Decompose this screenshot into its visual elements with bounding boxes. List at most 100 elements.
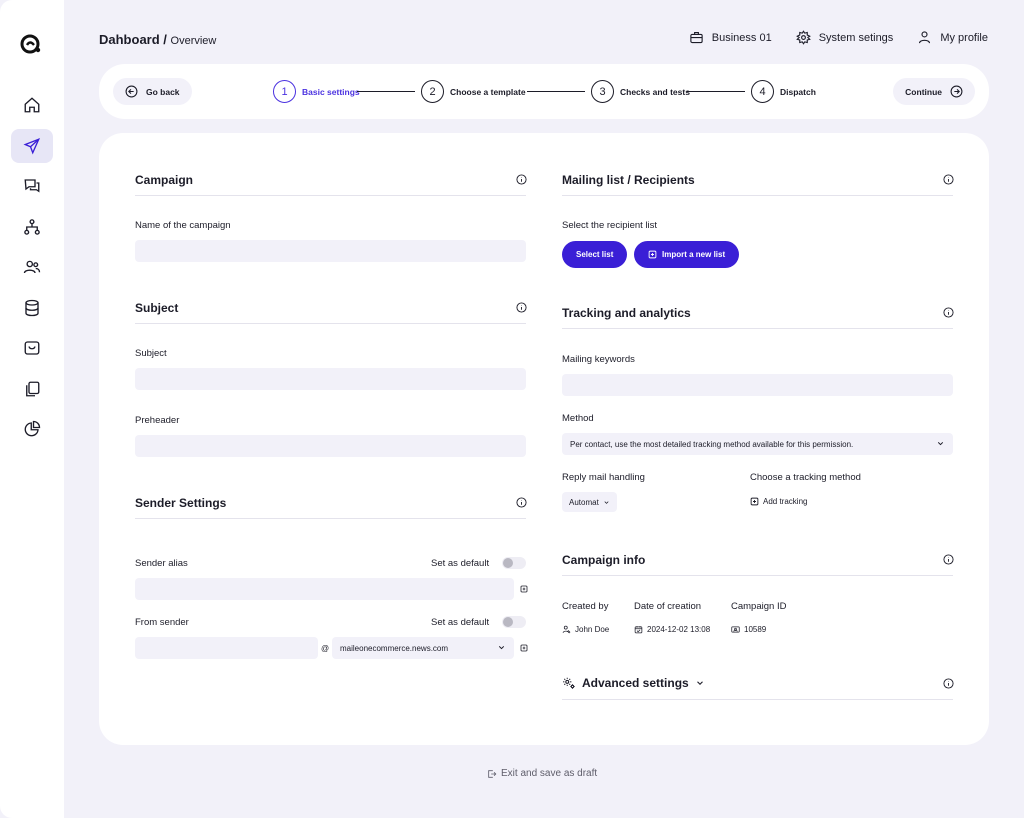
step-checks-tests[interactable]: 3 Checks and tests xyxy=(591,80,690,103)
divider xyxy=(135,195,526,196)
created-by-label: Created by xyxy=(562,601,609,612)
chevron-down-icon xyxy=(604,500,609,504)
date-created-value: 2024-12-02 13:08 xyxy=(634,625,710,634)
my-profile-label: My profile xyxy=(940,31,988,44)
mailing-keywords-label: Mailing keywords xyxy=(562,354,635,365)
continue-button[interactable]: Continue xyxy=(893,78,975,105)
alias-set-default-label: Set as default xyxy=(431,558,490,569)
arrow-right-circle-icon xyxy=(950,85,963,98)
select-recipient-label: Select the recipient list xyxy=(562,220,658,231)
business-switcher[interactable]: Business 01 xyxy=(689,30,772,45)
step-label: Choose a template xyxy=(450,86,526,97)
business-label: Business 01 xyxy=(711,31,772,44)
send-icon xyxy=(23,138,41,155)
date-created-label: Date of creation xyxy=(634,601,702,612)
sidebar-item-reports[interactable] xyxy=(11,412,53,446)
created-by-value: John Doe xyxy=(562,625,609,634)
section-title-campaign: Campaign xyxy=(135,173,194,187)
import-list-button[interactable]: Import a new list xyxy=(634,241,740,268)
plus-square-icon xyxy=(648,250,657,259)
info-icon[interactable] xyxy=(943,678,954,689)
exit-save-draft-link[interactable]: Exit and save as draft xyxy=(487,768,597,779)
section-title-campaign-info: Campaign info xyxy=(562,553,646,567)
add-square-icon[interactable] xyxy=(520,585,528,593)
select-list-button[interactable]: Select list xyxy=(562,241,628,268)
go-back-button[interactable]: Go back xyxy=(113,78,192,105)
sender-alias-input[interactable] xyxy=(135,578,514,600)
subject-input[interactable] xyxy=(135,368,526,390)
preheader-input[interactable] xyxy=(135,435,526,457)
app-window: Dahboard / Overview Business 01 System s… xyxy=(0,0,1024,818)
sidebar-item-templates[interactable] xyxy=(11,372,53,406)
user-icon xyxy=(919,31,931,44)
sidebar-item-automation[interactable] xyxy=(11,210,53,244)
method-select[interactable]: Per contact, use the most detailed track… xyxy=(562,433,953,455)
info-icon[interactable] xyxy=(516,174,527,185)
step-basic-settings[interactable]: 1 Basic settings xyxy=(273,80,360,103)
info-icon[interactable] xyxy=(943,307,954,318)
calendar-icon xyxy=(634,626,643,634)
sidebar-item-contacts[interactable] xyxy=(11,250,53,284)
id-card-icon xyxy=(731,626,740,633)
inbox-icon xyxy=(24,341,40,355)
from-domain-value: maileonecommerce.news.com xyxy=(340,643,449,653)
advanced-settings-label: Advanced settings xyxy=(582,676,689,690)
sidebar-item-campaigns[interactable] xyxy=(11,129,53,163)
step-number: 4 xyxy=(751,80,774,103)
sidebar-item-messages[interactable] xyxy=(11,169,53,203)
step-number: 2 xyxy=(421,80,444,103)
plus-square-icon xyxy=(750,497,759,506)
step-dispatch[interactable]: 4 Dispatch xyxy=(751,80,816,103)
exit-save-draft-label: Exit and save as draft xyxy=(501,768,598,779)
pie-chart-icon xyxy=(24,420,41,437)
my-profile-link[interactable]: My profile xyxy=(917,30,988,45)
divider xyxy=(562,699,953,700)
app-logo[interactable] xyxy=(19,32,43,56)
campaign-id-text: 10589 xyxy=(744,625,767,634)
exit-icon xyxy=(488,769,497,778)
chevron-down-icon xyxy=(937,442,944,446)
continue-label: Continue xyxy=(905,86,942,97)
settings-card: Campaign Name of the campaign Subject Su… xyxy=(99,133,989,745)
breadcrumb-root[interactable]: Dahboard / xyxy=(99,32,167,47)
reply-handling-label: Reply mail handling xyxy=(562,472,645,483)
info-icon[interactable] xyxy=(943,174,954,185)
divider xyxy=(135,323,526,324)
alias-default-toggle[interactable] xyxy=(502,557,526,569)
step-connector xyxy=(527,91,585,92)
sidebar-item-data[interactable] xyxy=(11,291,53,325)
campaign-name-label: Name of the campaign xyxy=(135,220,231,231)
add-square-icon[interactable] xyxy=(520,644,528,652)
step-label: Checks and tests xyxy=(620,86,690,97)
reply-handling-dropdown[interactable]: Automat xyxy=(562,492,617,512)
chevron-down-icon xyxy=(498,646,505,650)
info-icon[interactable] xyxy=(943,554,954,565)
from-domain-select[interactable]: maileonecommerce.news.com xyxy=(332,637,514,659)
add-tracking-button[interactable]: Add tracking xyxy=(750,497,807,506)
user-edit-icon xyxy=(562,625,571,634)
mailing-keywords-input[interactable] xyxy=(562,374,953,396)
go-back-label: Go back xyxy=(146,86,180,97)
database-icon xyxy=(25,299,39,317)
info-icon[interactable] xyxy=(516,302,527,313)
info-icon[interactable] xyxy=(516,497,527,508)
system-settings-label: System setings xyxy=(818,31,894,44)
top-actions: Business 01 System setings My profile xyxy=(689,30,988,45)
from-default-toggle[interactable] xyxy=(502,616,526,628)
campaign-id-label: Campaign ID xyxy=(731,601,787,612)
sidebar-item-inbox[interactable] xyxy=(11,331,53,365)
section-title-subject: Subject xyxy=(135,301,179,315)
advanced-settings-toggle[interactable]: Advanced settings xyxy=(562,676,705,690)
method-label: Method xyxy=(562,413,594,424)
system-settings-link[interactable]: System setings xyxy=(795,30,894,45)
step-number: 1 xyxy=(273,80,296,103)
breadcrumb: Dahboard / Overview xyxy=(99,32,216,47)
sender-alias-label: Sender alias xyxy=(135,558,188,569)
from-sender-local-input[interactable] xyxy=(135,637,318,659)
step-choose-template[interactable]: 2 Choose a template xyxy=(421,80,526,103)
sidebar-item-home[interactable] xyxy=(11,88,53,122)
campaign-name-input[interactable] xyxy=(135,240,526,262)
step-label: Basic settings xyxy=(302,86,360,97)
divider xyxy=(562,328,953,329)
step-number: 3 xyxy=(591,80,614,103)
